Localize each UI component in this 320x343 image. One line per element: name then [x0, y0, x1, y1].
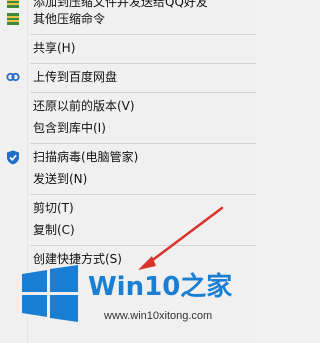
menu-item-label: 扫描病毒(电脑管家) — [33, 150, 139, 164]
menu-item-label: 还原以前的版本(V) — [33, 99, 135, 113]
menu-item-label: 共享(H) — [33, 41, 76, 55]
menu-item-share[interactable]: 共享(H) — [0, 37, 256, 59]
windows-logo-icon — [22, 265, 78, 322]
menu-item-label: 包含到库中(I) — [33, 121, 106, 135]
menu-separator — [30, 143, 256, 144]
menu-item-label: 上传到百度网盘 — [33, 70, 118, 84]
menu-item-other-archive-commands[interactable]: 其他压缩命令 — [0, 8, 256, 30]
menu-separator — [30, 92, 256, 93]
menu-separator — [30, 34, 256, 35]
watermark-url: www.win10xitong.com — [104, 310, 213, 322]
menu-item-label: 剪切(T) — [33, 201, 74, 215]
watermark-brand-text: Win10 — [88, 272, 181, 302]
watermark-brand-cn: 之家 — [180, 272, 233, 302]
shield-icon — [5, 149, 21, 165]
baidu-netdisk-icon — [5, 69, 21, 85]
menu-item-send-to[interactable]: 发送到(N) — [0, 168, 256, 190]
watermark-brand: Win10之家 — [88, 266, 232, 303]
menu-separator — [30, 194, 256, 195]
menu-item-label: 其他压缩命令 — [33, 12, 106, 26]
menu-item-upload-baidu[interactable]: 上传到百度网盘 — [0, 66, 256, 88]
menu-separator — [30, 63, 256, 64]
menu-item-include-library[interactable]: 包含到库中(I) — [0, 117, 256, 139]
menu-item-scan-virus[interactable]: 扫描病毒(电脑管家) — [0, 146, 256, 168]
menu-item-label: 发送到(N) — [33, 172, 88, 186]
menu-item-restore-previous[interactable]: 还原以前的版本(V) — [0, 95, 256, 117]
menu-item-cut[interactable]: 剪切(T) — [0, 197, 256, 219]
menu-item-label: 复制(C) — [33, 223, 75, 237]
menu-separator — [30, 245, 256, 246]
archive-icon — [5, 11, 21, 27]
menu-item-copy[interactable]: 复制(C) — [0, 219, 256, 241]
watermark: Win10之家 www.win10xitong.com — [20, 258, 256, 343]
